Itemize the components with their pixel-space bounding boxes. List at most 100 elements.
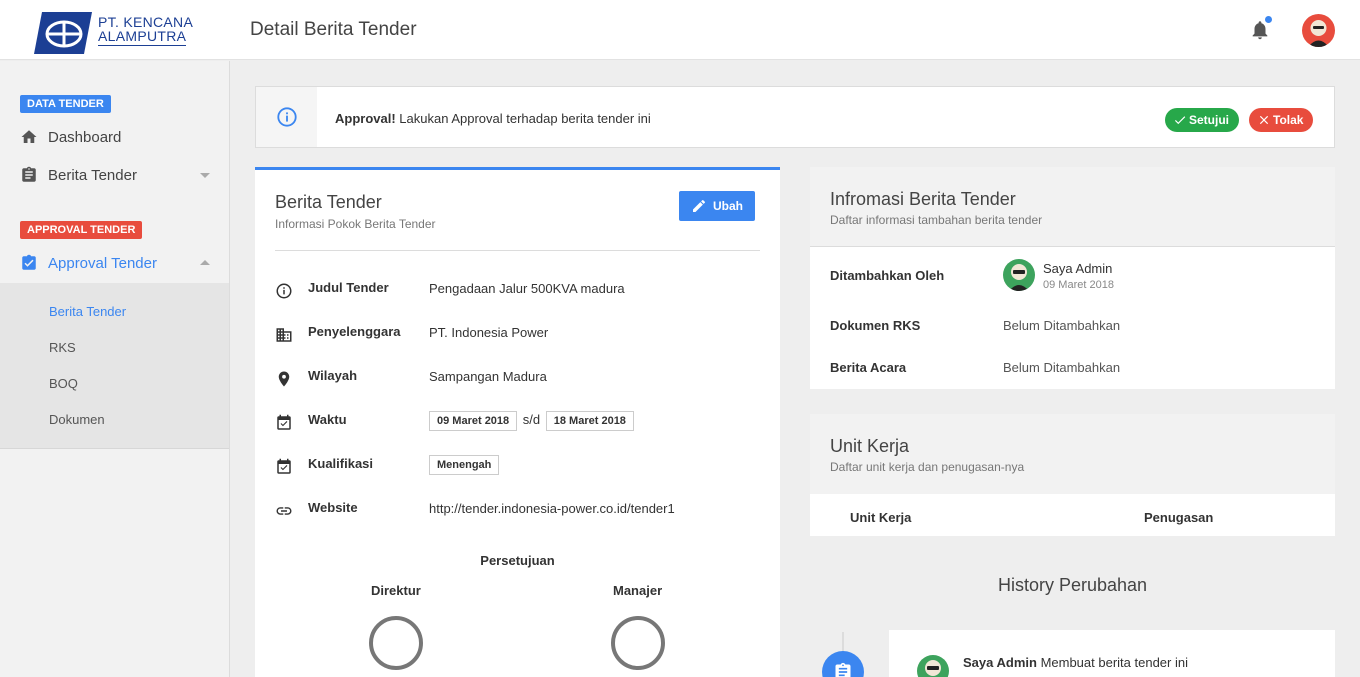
sidebar-item-label: Berita Tender <box>48 166 137 184</box>
edit-label: Ubah <box>713 199 743 213</box>
chevron-up-icon[interactable] <box>200 260 210 265</box>
edit-button[interactable]: Ubah <box>679 191 755 221</box>
subitem-rks[interactable]: RKS <box>49 340 76 355</box>
history-action: Membuat berita tender ini <box>1040 655 1188 670</box>
info-title: Infromasi Berita Tender <box>830 189 1016 209</box>
field-waktu: Waktu 09 Maret 2018 s/d 18 Maret 2018 <box>275 411 765 436</box>
approval-manager-label: Manajer <box>613 583 663 598</box>
sidebar-item-label: Approval Tender <box>48 254 157 272</box>
alert-icon-box <box>256 87 317 147</box>
column-header-unit: Unit Kerja <box>850 510 912 525</box>
sidebar-submenu: Berita Tender RKS BOQ Dokumen <box>0 283 229 449</box>
user-avatar[interactable] <box>1302 14 1335 47</box>
rks-value: Belum Ditambahkan <box>1003 318 1121 333</box>
added-by-name: Saya Admin <box>1043 261 1113 276</box>
timeline-dot <box>822 651 864 677</box>
unit-kerja-card: Unit Kerja Daftar unit kerja dan penugas… <box>810 414 1335 536</box>
unit-card-header: Unit Kerja Daftar unit kerja dan penugas… <box>810 414 1335 494</box>
page-title: Detail Berita Tender <box>250 19 417 40</box>
close-icon <box>1259 115 1269 125</box>
berita-tender-card: Berita Tender Informasi Pokok Berita Ten… <box>255 167 780 677</box>
home-icon <box>21 130 37 143</box>
location-pin-icon <box>278 371 290 387</box>
sidebar-item-berita-tender[interactable]: Berita Tender <box>20 163 137 187</box>
card-title: Berita Tender <box>275 192 382 212</box>
history-avatar <box>917 655 949 677</box>
card-subtitle: Informasi Pokok Berita Tender <box>275 217 436 231</box>
info-card: Infromasi Berita Tender Daftar informasi… <box>810 167 1335 389</box>
clipboard-icon <box>22 166 36 182</box>
company-logo[interactable]: PT. KENCANA ALAMPUTRA <box>34 10 199 56</box>
subitem-berita-tender[interactable]: Berita Tender <box>49 304 126 319</box>
approval-title: Persetujuan <box>480 553 555 568</box>
added-by-date: 09 Maret 2018 <box>1043 279 1114 291</box>
pencil-icon <box>693 199 706 212</box>
berita-acara-label: Berita Acara <box>830 360 907 375</box>
brand-line2: ALAMPUTRA <box>98 28 187 46</box>
logo-emblem-icon <box>34 12 92 54</box>
field-kualifikasi: Kualifikasi Menengah <box>275 455 765 480</box>
field-penyelenggara: Penyelenggara PT. Indonesia Power <box>275 324 765 348</box>
avatar-face-icon <box>925 660 941 676</box>
approve-label: Setujui <box>1189 113 1230 127</box>
rks-label: Dokumen RKS <box>830 318 921 333</box>
subitem-dokumen[interactable]: Dokumen <box>49 412 105 427</box>
chevron-down-icon[interactable] <box>200 173 210 178</box>
added-by-label: Ditambahkan Oleh <box>830 268 945 283</box>
field-label: Penyelenggara <box>308 324 401 339</box>
approval-director-label: Direktur <box>371 583 421 598</box>
building-icon <box>276 328 292 342</box>
sidebar-item-label: Dashboard <box>48 128 122 146</box>
unit-subtitle: Daftar unit kerja dan penugasan-nya <box>830 460 1025 474</box>
field-label: Website <box>308 500 358 515</box>
field-value: PT. Indonesia Power <box>429 325 549 340</box>
section-tag-data-tender: DATA TENDER <box>20 95 111 113</box>
reject-button[interactable]: Tolak <box>1249 108 1314 132</box>
start-date: 09 Maret 2018 <box>429 411 518 431</box>
approve-button[interactable]: Setujui <box>1165 108 1240 132</box>
field-date-range: 09 Maret 2018 s/d 18 Maret 2018 <box>429 411 634 431</box>
field-label: Wilayah <box>308 368 358 383</box>
alert-message: Approval! Lakukan Approval terhadap beri… <box>335 111 651 126</box>
director-status-ring <box>369 616 423 670</box>
sidebar-item-approval-tender[interactable]: Approval Tender <box>20 251 157 275</box>
reject-label: Tolak <box>1273 113 1304 127</box>
manager-status-ring <box>611 616 665 670</box>
divider <box>275 250 760 251</box>
field-label: Kualifikasi <box>308 456 374 471</box>
check-square-icon <box>22 254 36 270</box>
history-entry-text: Saya Admin Membuat berita tender ini <box>963 655 1188 670</box>
info-card-header: Infromasi Berita Tender Daftar informasi… <box>810 167 1335 247</box>
website-link[interactable]: http://tender.indonesia-power.co.id/tend… <box>429 501 675 516</box>
calendar-check-icon <box>277 458 291 474</box>
field-value: Pengadaan Jalur 500KVA madura <box>429 281 625 296</box>
top-bar: PT. KENCANA ALAMPUTRA Detail Berita Tend… <box>0 0 1360 60</box>
sidebar: DATA TENDER Dashboard Berita Tender APPR… <box>0 61 230 677</box>
sidebar-item-dashboard[interactable]: Dashboard <box>20 125 121 149</box>
history-user: Saya Admin <box>963 655 1037 670</box>
calendar-check-icon <box>277 414 291 430</box>
unit-title: Unit Kerja <box>830 436 910 456</box>
subitem-boq[interactable]: BOQ <box>49 376 78 391</box>
clipboard-icon <box>835 662 851 677</box>
field-label: Waktu <box>308 412 347 427</box>
field-wilayah: Wilayah Sampangan Madura <box>275 368 765 392</box>
link-icon <box>276 507 292 515</box>
section-tag-approval-tender: APPROVAL TENDER <box>20 221 143 239</box>
field-judul-tender: Judul Tender Pengadaan Jalur 500KVA madu… <box>275 280 765 304</box>
alert-text: Lakukan Approval terhadap berita tender … <box>399 111 651 126</box>
avatar-face-icon <box>1009 264 1029 291</box>
end-date: 18 Maret 2018 <box>545 411 634 431</box>
history-entry: Saya Admin Membuat berita tender ini <box>889 630 1335 677</box>
alert-strong: Approval! <box>335 111 396 126</box>
berita-acara-value: Belum Ditambahkan <box>1003 360 1121 375</box>
column-header-penugasan: Penugasan <box>1144 510 1214 525</box>
approval-alert: Approval! Lakukan Approval terhadap beri… <box>255 86 1335 148</box>
history-title: History Perubahan <box>997 575 1148 595</box>
field-website: Website http://tender.indonesia-power.co… <box>275 500 765 524</box>
date-separator: s/d <box>522 412 541 427</box>
info-circle-icon <box>276 283 292 299</box>
info-subtitle: Daftar informasi tambahan berita tender <box>830 213 1043 227</box>
check-icon <box>1174 116 1186 125</box>
admin-avatar <box>1003 259 1035 291</box>
